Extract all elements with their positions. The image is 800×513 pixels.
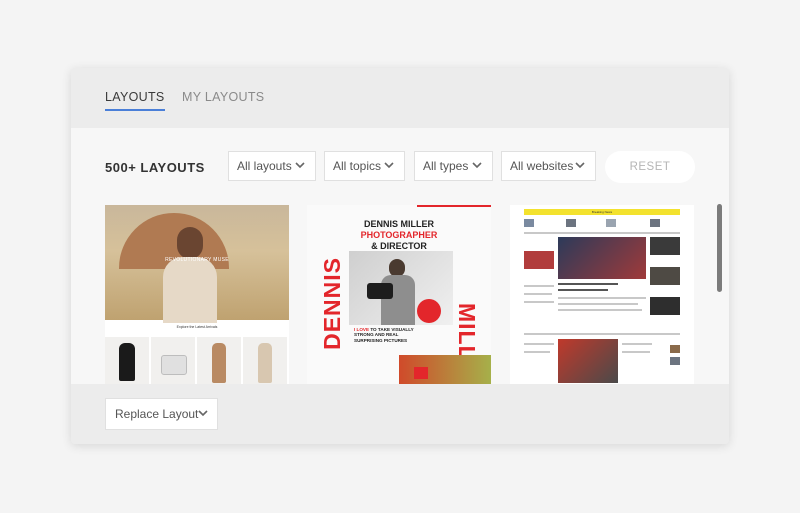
bottom-image	[399, 355, 491, 384]
tagline: I LOVE TO TAKE VISUALLY STRONG AND REAL …	[354, 327, 414, 343]
filter-websites-dropdown[interactable]: All websites	[501, 151, 596, 181]
news-image	[558, 339, 618, 383]
text-line	[622, 351, 650, 353]
filter-types-dropdown[interactable]: All types	[414, 151, 493, 181]
camera-shape	[414, 367, 428, 379]
layouts-dialog: LAYOUTS MY LAYOUTS 500+ LAYOUTS All layo…	[71, 68, 729, 444]
news-image	[524, 219, 534, 227]
text-line	[558, 303, 638, 305]
model-body-shape	[163, 257, 217, 323]
divider	[524, 333, 680, 335]
filter-layouts-dropdown[interactable]: All layouts	[228, 151, 316, 181]
filter-layouts-value: All layouts	[237, 159, 292, 173]
heading-line: DENNIS MILLER	[363, 219, 434, 229]
layouts-content: 500+ LAYOUTS All layouts All topics All …	[71, 128, 729, 384]
chevron-down-icon	[472, 162, 482, 169]
layouts-count: 500+ LAYOUTS	[105, 160, 205, 175]
top-accent-line	[417, 205, 491, 207]
replace-layout-dropdown[interactable]: Replace Layout	[105, 398, 218, 430]
layout-thumbnail-fashion[interactable]: REVOLUTIONARY MUSE Explore the Latest Ar…	[105, 205, 289, 384]
section-subtitle: Explore the Latest Arrivals	[176, 325, 218, 329]
product-image	[151, 337, 195, 384]
tab-bar: LAYOUTS MY LAYOUTS	[71, 68, 729, 128]
heading-line: PHOTOGRAPHER	[360, 230, 438, 240]
chevron-down-icon	[295, 162, 305, 169]
scrollbar-thumb[interactable]	[717, 204, 722, 292]
model-head-shape	[177, 227, 203, 259]
chevron-down-icon	[198, 410, 208, 417]
text-line	[558, 297, 646, 299]
divider	[524, 232, 680, 234]
reset-button[interactable]: RESET	[605, 151, 695, 183]
news-image	[650, 267, 680, 285]
chevron-down-icon	[575, 162, 585, 169]
breaking-news-banner: Breaking News	[524, 209, 680, 215]
photographer-heading: DENNIS MILLER PHOTOGRAPHER & DIRECTOR	[307, 219, 491, 252]
filter-topics-value: All topics	[333, 159, 382, 173]
hero-title: REVOLUTIONARY MUSE	[165, 257, 229, 263]
headline-line	[558, 289, 608, 291]
text-line	[524, 293, 552, 295]
filter-types-value: All types	[423, 159, 469, 173]
tab-my-layouts[interactable]: MY LAYOUTS	[182, 90, 264, 109]
tab-layouts[interactable]: LAYOUTS	[105, 90, 165, 111]
play-badge	[417, 299, 441, 323]
text-line	[524, 351, 550, 353]
product-image	[105, 337, 149, 384]
vertical-name-left: DENNIS	[319, 257, 345, 350]
headline-line	[558, 283, 618, 285]
text-line	[524, 285, 554, 287]
filter-topics-dropdown[interactable]: All topics	[324, 151, 405, 181]
dialog-footer: Replace Layout	[71, 384, 729, 444]
news-image	[670, 345, 680, 353]
news-image	[650, 237, 680, 255]
layout-thumbnail-photographer[interactable]: DENNIS MILLER PHOTOGRAPHER & DIRECTOR DE…	[307, 205, 491, 384]
tagline-highlight: I LOVE	[354, 327, 370, 332]
lead-news-image	[558, 237, 646, 279]
news-image	[606, 219, 616, 227]
news-image	[650, 297, 680, 315]
news-image	[670, 357, 680, 365]
replace-layout-label: Replace Layout	[115, 407, 199, 421]
layout-thumbnail-news[interactable]: Breaking News	[510, 205, 694, 384]
text-line	[558, 309, 642, 311]
product-image	[243, 337, 287, 384]
text-line	[622, 343, 652, 345]
text-line	[524, 301, 554, 303]
filter-websites-value: All websites	[510, 159, 574, 173]
news-image	[566, 219, 576, 227]
chevron-down-icon	[384, 162, 394, 169]
news-image	[650, 219, 660, 227]
product-image	[197, 337, 241, 384]
text-line	[524, 343, 554, 345]
news-image	[524, 251, 554, 269]
